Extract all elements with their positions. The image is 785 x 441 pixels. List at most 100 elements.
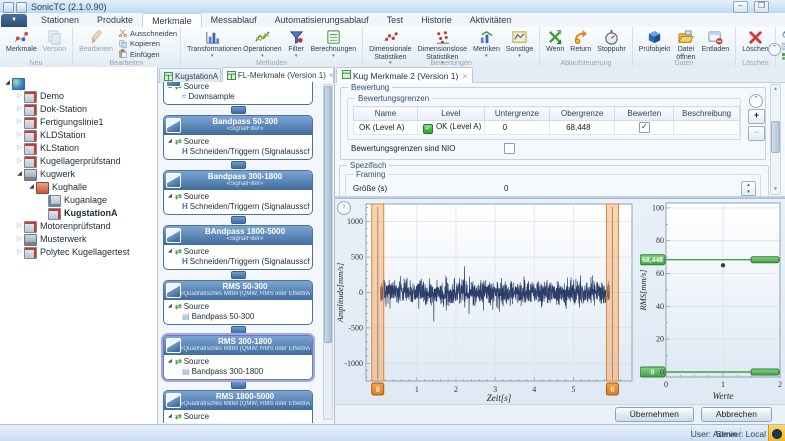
station-tree-panel[interactable]: ◢ ▷ Demo ▷ Dok-Station ▷ Fertigungslinie1 ▷ KLDS… <box>0 67 158 434</box>
ribbon-button-merkmale[interactable]: Merkmale <box>4 28 39 55</box>
tab-kug-merkmale[interactable]: Kug Merkmale 2 (Version 1) × <box>336 67 474 83</box>
flow-canvas[interactable]: «Schneiden/Triggern (Signalausschnitt)»◢… <box>158 82 334 423</box>
collapsed-icon[interactable]: ▷ <box>15 142 24 155</box>
rms-data-point[interactable] <box>720 263 726 268</box>
menu-tab-produkte[interactable]: Produkte <box>88 14 142 27</box>
source-row[interactable]: ◢⇄Source <box>168 411 310 422</box>
expanded-icon[interactable]: ◢ <box>168 413 175 419</box>
title-bar[interactable]: SonicTC (2.1.0.90) – ❐ <box>0 0 785 14</box>
apply-button[interactable]: Übernehmen <box>614 407 694 422</box>
tree-item-dok-station[interactable]: ▷ Dok-Station <box>0 103 157 116</box>
source-row[interactable]: ◢⇄Source <box>168 356 310 367</box>
expanded-icon[interactable]: ◢ <box>168 138 175 144</box>
groesse-spinner[interactable]: ▲ ▼ <box>741 181 756 196</box>
expanded-icon[interactable]: ◢ <box>168 248 175 254</box>
dropdown-arrow-icon[interactable]: ▾ <box>211 53 214 59</box>
menu-tab-historie[interactable]: Historie <box>412 14 461 27</box>
source-row[interactable]: ◢⇄Source <box>168 301 310 312</box>
remove-limit-button[interactable]: − <box>748 126 765 141</box>
column-header-beschreibung[interactable]: Beschreibung <box>673 106 740 121</box>
flow-tab-kugstationa[interactable]: KugstationA <box>159 68 221 83</box>
ribbon-button-eigenschaften[interactable]: Eigenschaften <box>781 42 785 53</box>
menu-tab-automatisierungsablauf[interactable]: Automatisierungsablauf <box>266 14 378 27</box>
flow-block-rms-300-1800[interactable]: RMS 300-1800 «Quadratisches Mittel (QMW, … <box>163 335 313 380</box>
source-row[interactable]: ◢⇄Source <box>168 246 310 257</box>
menu-tab-aktivitäten[interactable]: Aktivitäten <box>461 14 521 27</box>
ribbon-button-stoppuhr[interactable]: Stoppuhr <box>595 28 627 55</box>
scroll-down-icon[interactable]: ▼ <box>771 185 780 194</box>
ribbon-button-entladen[interactable]: Entladen <box>700 28 732 55</box>
dropdown-arrow-icon[interactable]: ▾ <box>295 53 298 59</box>
application-menu-button[interactable]: ▼ <box>1 14 27 27</box>
close-tab-icon[interactable]: × <box>329 71 333 80</box>
menu-tab-messablauf[interactable]: Messablauf <box>202 14 266 27</box>
quick-access-icon[interactable] <box>16 2 27 13</box>
tree-item-kuganlage[interactable]: Kuganlage <box>0 194 157 207</box>
tree-item-root[interactable]: ◢ <box>0 77 157 90</box>
scrollbar-thumb[interactable] <box>324 86 332 343</box>
flow-scrollbar[interactable] <box>323 84 333 420</box>
ribbon-button-prüfobjekt[interactable]: Prüfobjekt <box>637 28 673 55</box>
expand-chart-icon[interactable]: › <box>337 201 351 215</box>
tree-item-polytec-kugellagertest[interactable]: ▷ Polytec Kugellagertest <box>0 246 157 259</box>
ribbon-button-filter[interactable]: Filter ▾ <box>286 28 307 60</box>
collapsed-icon[interactable]: ▷ <box>15 116 24 129</box>
minimize-button[interactable]: – <box>733 1 748 13</box>
source-child-row[interactable]: ▤ Bandpass 300-1800 <box>168 367 310 378</box>
limit-handle[interactable] <box>750 256 780 264</box>
source-child-row[interactable]: HSchneiden/Triggern (Signalausschnitt) <box>168 202 310 213</box>
flow-block-partial[interactable]: «Schneiden/Triggern (Signalausschnitt)»◢… <box>163 82 313 105</box>
tree-item-fertigungslinie1[interactable]: ▷ Fertigungslinie1 <box>0 116 157 129</box>
column-header-obergrenze[interactable]: Obergrenze <box>549 106 616 121</box>
dropdown-arrow-icon[interactable]: ▾ <box>332 53 335 59</box>
limits-table[interactable]: Name Level Untergrenze Obergrenze Bewerten Be… <box>353 106 740 135</box>
source-child-row[interactable]: HSchneiden/Triggern (Signalausschnitt) <box>168 257 310 268</box>
limit-handle[interactable] <box>750 368 780 376</box>
expanded-icon[interactable]: ◢ <box>15 168 24 181</box>
status-indicator-badge[interactable] <box>768 425 785 441</box>
collapsed-icon[interactable]: ▷ <box>15 233 24 246</box>
collapsed-icon[interactable]: ▷ <box>15 155 24 168</box>
flow-block-rms-1800-5000[interactable]: RMS 1800-5000 «Quadratisches Mittel (QMW,… <box>163 390 313 423</box>
source-child-row[interactable]: HSchneiden/Triggern (Signalausschnitt) <box>168 147 310 158</box>
ribbon-button-löschen[interactable]: Löschen <box>740 28 770 55</box>
source-child-row[interactable]: ≈ Downsample <box>168 92 310 103</box>
tree-item-kugellagerprüfstand[interactable]: ▷ Kugellagerprüfstand <box>0 155 157 168</box>
menu-tab-stationen[interactable]: Stationen <box>32 14 88 27</box>
menu-tab-merkmale[interactable]: Merkmale <box>142 13 202 28</box>
tree-item-musterwerk[interactable]: ▷ Musterwerk <box>0 233 157 246</box>
dropdown-arrow-icon[interactable]: ▾ <box>518 53 521 59</box>
column-header-bewerten[interactable]: Bewerten <box>614 106 675 121</box>
dropdown-arrow-icon[interactable]: ▾ <box>485 53 488 59</box>
settings-scrollbar[interactable]: ▲ ▼ <box>770 84 781 195</box>
flow-block-rms-50-300[interactable]: RMS 50-300 «Quadratisches Mittel (QMW, RM… <box>163 280 313 325</box>
ribbon-button-transformationen[interactable]: Transformationen ▾ <box>185 28 242 60</box>
collapse-section-icon[interactable]: ⌃ <box>749 94 763 108</box>
flow-tab-fl-merkmale-version-1-[interactable]: FL-Merkmale (Version 1) × <box>221 67 334 83</box>
ribbon-button-ausschneiden[interactable]: Ausschneiden <box>118 28 177 39</box>
tree-item-klstation[interactable]: ▷ KLStation <box>0 142 157 155</box>
dropdown-arrow-icon[interactable]: ▾ <box>261 53 264 59</box>
close-tab-icon[interactable]: × <box>462 71 467 81</box>
column-header-name[interactable]: Name <box>353 106 418 121</box>
time-signal-chart[interactable]: 0 6-1000-500050010001 2 3 4 5Zeit[s]Amplitude… <box>335 199 640 404</box>
ribbon-button-berechnungen[interactable]: Berechnungen ▾ <box>309 28 359 60</box>
expanded-icon[interactable]: ◢ <box>168 358 175 364</box>
ribbon-button-operationen[interactable]: Operationen ▾ <box>241 28 284 60</box>
column-header-untergrenze[interactable]: Untergrenze <box>483 106 551 121</box>
tree-item-kldstation[interactable]: ▷ KLDStation <box>0 129 157 142</box>
expanded-icon[interactable]: ◢ <box>27 181 36 194</box>
flow-block-bandpass-1800-5000[interactable]: BAndpass 1800-5000 «SignalFilter» ◢ ⇄ Source… <box>163 225 313 270</box>
tree-item-kughalle[interactable]: ◢ Kughalle <box>0 181 157 194</box>
cancel-button[interactable]: Abbrechen <box>700 407 772 422</box>
collapsed-icon[interactable]: ▷ <box>15 220 24 233</box>
source-row[interactable]: ◢⇄Source <box>168 136 310 147</box>
bewerten-checkbox[interactable]: ✓ <box>638 122 650 133</box>
scrollbar-thumb[interactable] <box>771 121 780 153</box>
add-limit-button[interactable]: + <box>748 109 765 124</box>
tree-item-demo[interactable]: ▷ Demo <box>0 90 157 103</box>
ribbon-button-kopieren[interactable]: Kopieren <box>118 39 177 50</box>
expanded-icon[interactable]: ◢ <box>3 77 12 90</box>
column-header-level[interactable]: Level <box>416 106 485 121</box>
ribbon-button-aktualisieren[interactable]: Aktualisieren <box>781 31 785 42</box>
